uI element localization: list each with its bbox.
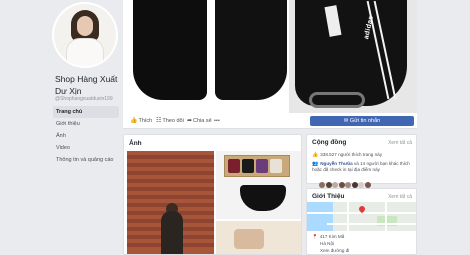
about-card: Giới Thiệu Xem tất cả 📍 417 Kim Mã Hà Nội… bbox=[306, 188, 417, 255]
profile-picture[interactable] bbox=[52, 2, 118, 68]
community-title: Cộng đồng bbox=[312, 139, 347, 146]
address-city: Hà Nội bbox=[320, 241, 335, 246]
location-map[interactable] bbox=[307, 202, 416, 231]
friends-like-text: 👥 Nguyễn Thưũa và 14 người bạn khác thích… bbox=[312, 161, 410, 172]
nav-item-videos[interactable]: Video bbox=[53, 142, 119, 154]
more-button[interactable]: ••• bbox=[211, 116, 223, 126]
nav-item-photos[interactable]: Ảnh bbox=[53, 130, 119, 142]
follow-icon: ☷ bbox=[156, 118, 162, 124]
location-pin-icon: 📍 bbox=[312, 234, 318, 239]
about-see-all-link[interactable]: Xem tất cả bbox=[388, 194, 412, 200]
friend-avatars bbox=[319, 175, 371, 188]
cover-photo[interactable]: adidas bbox=[123, 0, 417, 113]
page-nav: Trang chủ Giới thiệu Ảnh Video Thông tin… bbox=[53, 106, 119, 166]
share-icon: ➦ bbox=[187, 118, 193, 124]
thumbs-up-icon: 👍 bbox=[130, 118, 138, 124]
nav-item-about[interactable]: Giới thiệu bbox=[53, 118, 119, 130]
community-see-all-link[interactable]: Xem tất cả bbox=[388, 140, 412, 146]
follow-button[interactable]: ☷Theo dõi bbox=[153, 116, 187, 126]
avatar bbox=[54, 4, 116, 66]
cover-photo-left bbox=[123, 0, 289, 113]
photo-thumbnail[interactable] bbox=[216, 151, 301, 219]
community-card: Cộng đồng Xem tất cả 👍 338.527 người thíc… bbox=[306, 134, 417, 188]
page-likes: 👍 338.527 người thích trang này bbox=[312, 152, 382, 158]
photos-title[interactable]: Ảnh bbox=[129, 140, 142, 147]
friend-name-link[interactable]: Nguyễn Thưũa bbox=[320, 161, 352, 166]
nav-item-home[interactable]: Trang chủ bbox=[53, 106, 119, 118]
thumbs-up-icon: 👍 bbox=[312, 152, 319, 158]
send-message-button[interactable]: ✉ Gửi tin nhắn bbox=[310, 116, 414, 126]
photo-thumbnail[interactable] bbox=[127, 151, 214, 254]
about-title: Giới Thiệu bbox=[312, 193, 345, 200]
directions-link[interactable]: Xem đường đi bbox=[320, 248, 349, 253]
page-handle: @Shophangxuatduxin199 bbox=[55, 96, 113, 102]
cover-photo-right: adidas bbox=[289, 0, 417, 113]
page-action-bar: 👍Thích ☷Theo dõi ➦Chia sẻ ••• ✉ Gửi tin … bbox=[123, 113, 417, 129]
photo-thumbnail[interactable] bbox=[216, 221, 301, 254]
like-button[interactable]: 👍Thích bbox=[127, 116, 155, 126]
photos-card: Ảnh bbox=[123, 134, 302, 255]
nav-item-info-ads[interactable]: Thông tin và quảng cáo bbox=[53, 154, 119, 166]
address-line: 📍 417 Kim Mã bbox=[312, 234, 345, 239]
page-title[interactable]: Shop Hàng Xuất Dư Xịn bbox=[55, 73, 125, 97]
